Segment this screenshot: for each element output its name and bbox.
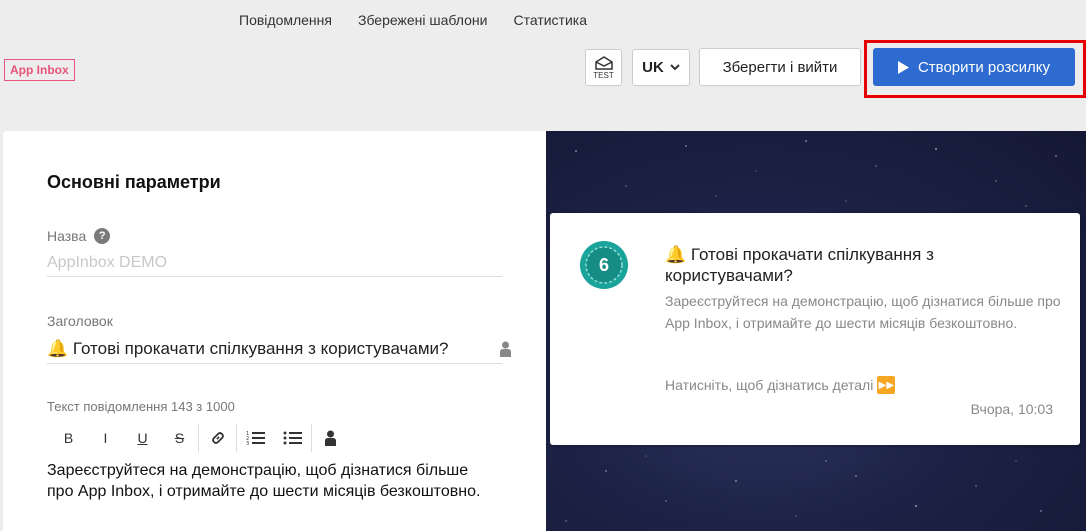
character-counter: 143 з 1000 <box>171 399 235 414</box>
numbered-list-icon: 1 2 3 <box>246 431 265 446</box>
language-value: UK <box>642 59 664 76</box>
link-icon <box>211 432 224 444</box>
bullet-list-icon <box>283 431 302 445</box>
fast-forward-icon: ▶▶ <box>877 376 896 394</box>
nav-statistics[interactable]: Статистика <box>513 11 587 29</box>
header-input[interactable]: 🔔 Готові прокачати спілкування з користу… <box>47 334 502 364</box>
play-icon <box>897 60 909 74</box>
test-send-button[interactable]: TEST <box>585 49 622 86</box>
top-bar: Повідомлення Збережені шаблони Статистик… <box>0 0 1086 108</box>
create-campaign-button[interactable]: Створити розсилку <box>873 48 1075 86</box>
create-campaign-label: Створити розсилку <box>917 58 1051 76</box>
notification-preview-card[interactable]: 6 🔔 Готові прокачати спілкування з корис… <box>550 213 1080 445</box>
svg-text:3: 3 <box>246 441 249 446</box>
preview-title: 🔔 Готові прокачати спілкування з користу… <box>665 245 934 285</box>
name-input[interactable] <box>47 249 502 277</box>
save-and-exit-button[interactable]: Зберегти і вийти <box>699 48 861 86</box>
nav-saved-templates[interactable]: Збережені шаблони <box>358 11 487 29</box>
help-icon[interactable]: ? <box>94 228 111 244</box>
header-label: Заголовок <box>47 313 113 329</box>
app-inbox-logo: App Inbox <box>4 59 75 81</box>
preview-cta-text: Натисніть, щоб дізнатись деталі <box>665 377 874 393</box>
preview-body: Зареєструйтеся на демонстрацію, щоб дізн… <box>665 293 1061 331</box>
chevron-down-icon <box>670 64 680 71</box>
section-title: Основні параметри <box>47 172 221 192</box>
underline-button[interactable]: U <box>124 425 161 451</box>
nav-messages[interactable]: Повідомлення <box>239 11 332 29</box>
settings-form: Основні параметри Назва ? Заголовок 🔔 Го… <box>3 131 546 531</box>
body-label: Текст повідомлення <box>47 399 168 414</box>
avatar-number: 6 <box>599 255 609 275</box>
personalize-button[interactable] <box>312 425 349 451</box>
italic-button[interactable]: I <box>87 425 124 451</box>
person-icon <box>325 430 336 446</box>
main-nav: Повідомлення Збережені шаблони Статистик… <box>239 11 587 29</box>
app-avatar-icon: 6 <box>580 241 628 289</box>
test-label: TEST <box>593 70 614 80</box>
name-label: Назва <box>47 228 87 244</box>
name-label-row: Назва ? <box>47 228 111 244</box>
numbered-list-button[interactable]: 1 2 3 <box>237 425 274 451</box>
message-body-editor[interactable]: Зареєструйтеся на демонстрацію, щоб дізн… <box>47 460 487 502</box>
language-select[interactable]: UK <box>632 49 690 86</box>
format-toolbar: B I U S 1 2 3 <box>50 424 349 452</box>
preview-timestamp: Вчора, 10:03 <box>970 401 1053 417</box>
preview-panel: 6 🔔 Готові прокачати спілкування з корис… <box>546 131 1086 531</box>
preview-cta: Натисніть, щоб дізнатись деталі ▶▶ <box>665 376 896 394</box>
link-button[interactable] <box>199 425 236 451</box>
personalize-icon[interactable] <box>500 341 511 357</box>
envelope-icon <box>594 55 613 70</box>
bullet-list-button[interactable] <box>274 425 311 451</box>
bold-button[interactable]: B <box>50 425 87 451</box>
strikethrough-button[interactable]: S <box>161 425 198 451</box>
body-label-row: Текст повідомлення 143 з 1000 <box>47 399 235 414</box>
